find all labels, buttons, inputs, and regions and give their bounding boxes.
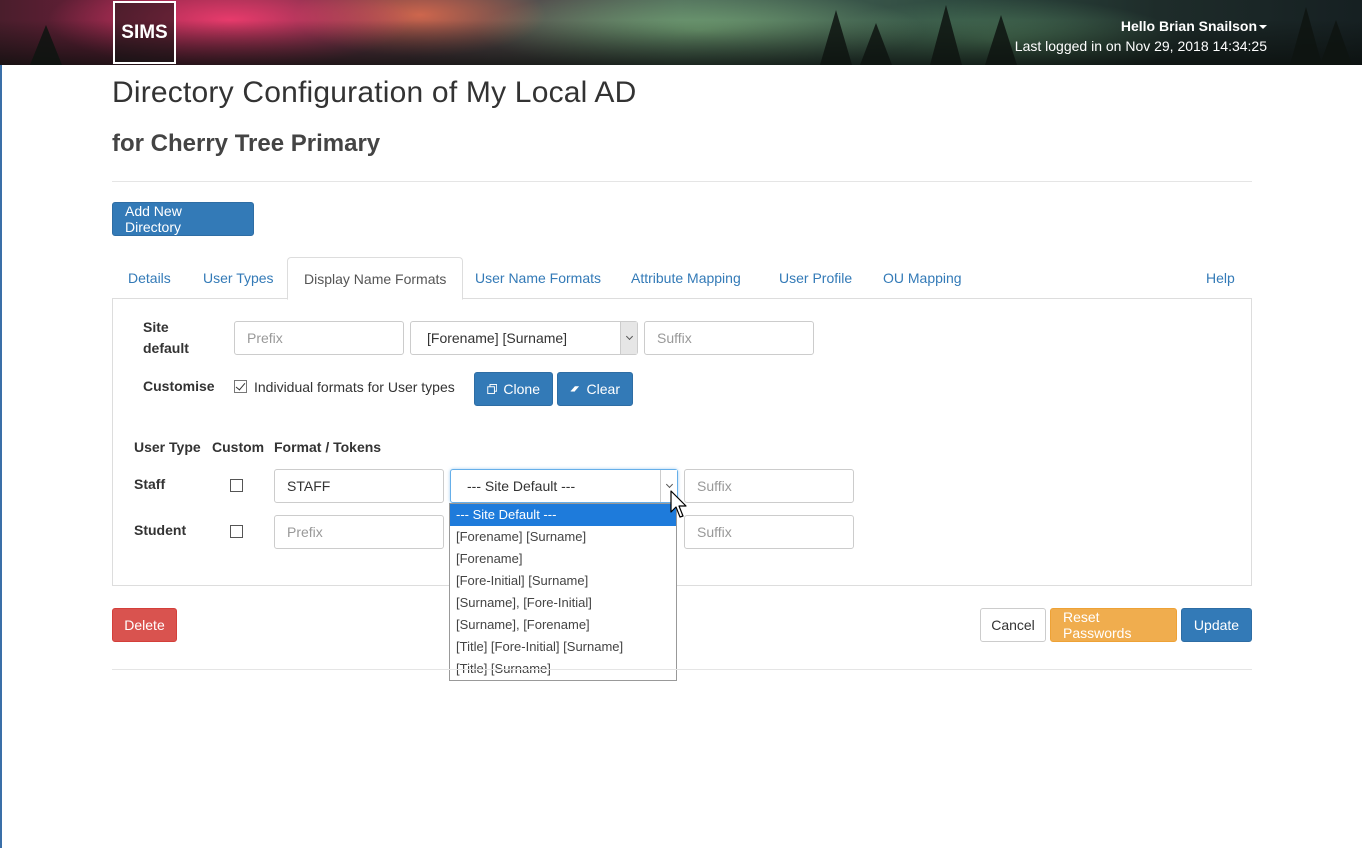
update-button[interactable]: Update (1181, 608, 1252, 642)
row-staff-label: Staff (134, 476, 166, 492)
dropdown-option[interactable]: [Fore-Initial] [Surname] (450, 570, 676, 592)
last-login-text: Last logged in on Nov 29, 2018 14:34:25 (1014, 38, 1267, 54)
sims-logo[interactable]: SIMS (113, 1, 176, 64)
customise-label: Customise (143, 378, 215, 394)
tab-help[interactable]: Help (1190, 257, 1251, 299)
staff-custom-checkbox[interactable] (230, 479, 243, 492)
page-title: Directory Configuration of My Local AD (112, 76, 637, 109)
clear-button[interactable]: Clear (557, 372, 633, 406)
dropdown-option[interactable]: [Title] [Fore-Initial] [Surname] (450, 636, 676, 658)
tab-attribute-mapping[interactable]: Attribute Mapping (615, 257, 757, 299)
header-format-tokens: Format / Tokens (274, 439, 382, 455)
user-menu[interactable]: Hello Brian Snailson Last logged in on N… (1015, 17, 1267, 57)
staff-format-select[interactable]: --- Site Default --- (450, 469, 678, 503)
dropdown-option[interactable]: [Surname], [Fore-Initial] (450, 592, 676, 614)
site-suffix-input[interactable]: Suffix (644, 321, 814, 355)
header-custom: Custom (212, 439, 265, 455)
student-custom-checkbox[interactable] (230, 525, 243, 538)
tab-user-name-formats[interactable]: User Name Formats (459, 257, 617, 299)
header-banner: SIMS Hello Brian Snailson Last logged in… (0, 0, 1362, 65)
clone-button[interactable]: Clone (474, 372, 553, 406)
window-edge (0, 0, 2, 848)
dropdown-option[interactable]: [Surname], [Forename] (450, 614, 676, 636)
tab-user-types[interactable]: User Types (187, 257, 290, 299)
site-format-value: [Forename] [Surname] (427, 330, 568, 346)
tab-display-name-formats[interactable]: Display Name Formats (287, 257, 464, 300)
dropdown-option[interactable]: --- Site Default --- (450, 504, 676, 526)
caret-down-icon[interactable] (1259, 25, 1267, 30)
customise-checkbox-label[interactable]: Individual formats for User types (254, 379, 455, 395)
reset-passwords-button[interactable]: Reset Passwords (1050, 608, 1177, 642)
tab-user-profile[interactable]: User Profile (763, 257, 868, 299)
dropdown-option[interactable]: [Forename] [Surname] (450, 526, 676, 548)
tab-bar: Details User Types Display Name Formats … (112, 257, 1252, 300)
user-greeting[interactable]: Hello Brian Snailson (1121, 18, 1257, 34)
copy-icon (487, 384, 498, 394)
format-dropdown-list[interactable]: --- Site Default --- [Forename] [Surname… (449, 503, 677, 681)
staff-suffix-input[interactable]: Suffix (684, 469, 854, 503)
staff-format-value: --- Site Default --- (467, 478, 576, 494)
row-student-label: Student (134, 522, 187, 538)
student-suffix-input[interactable]: Suffix (684, 515, 854, 549)
divider (112, 181, 1252, 182)
mouse-cursor-icon (670, 490, 687, 518)
header-user-type: User Type (134, 439, 201, 455)
divider (112, 669, 1252, 670)
tab-details[interactable]: Details (112, 257, 187, 299)
site-format-select[interactable]: [Forename] [Surname] (410, 321, 638, 355)
delete-button[interactable]: Delete (112, 608, 177, 642)
customise-checkbox[interactable] (234, 380, 247, 393)
site-default-label: Site default (143, 319, 189, 356)
add-new-directory-button[interactable]: Add New Directory (112, 202, 254, 236)
site-prefix-input[interactable]: Prefix (234, 321, 404, 355)
dropdown-option[interactable]: [Forename] (450, 548, 676, 570)
eraser-icon (570, 386, 580, 392)
page-subtitle: for Cherry Tree Primary (112, 130, 381, 157)
cancel-button[interactable]: Cancel (980, 608, 1046, 642)
tab-ou-mapping[interactable]: OU Mapping (867, 257, 978, 299)
student-prefix-input[interactable]: Prefix (274, 515, 444, 549)
staff-prefix-input[interactable]: STAFF (274, 469, 444, 503)
chevron-down-icon[interactable] (620, 322, 637, 354)
